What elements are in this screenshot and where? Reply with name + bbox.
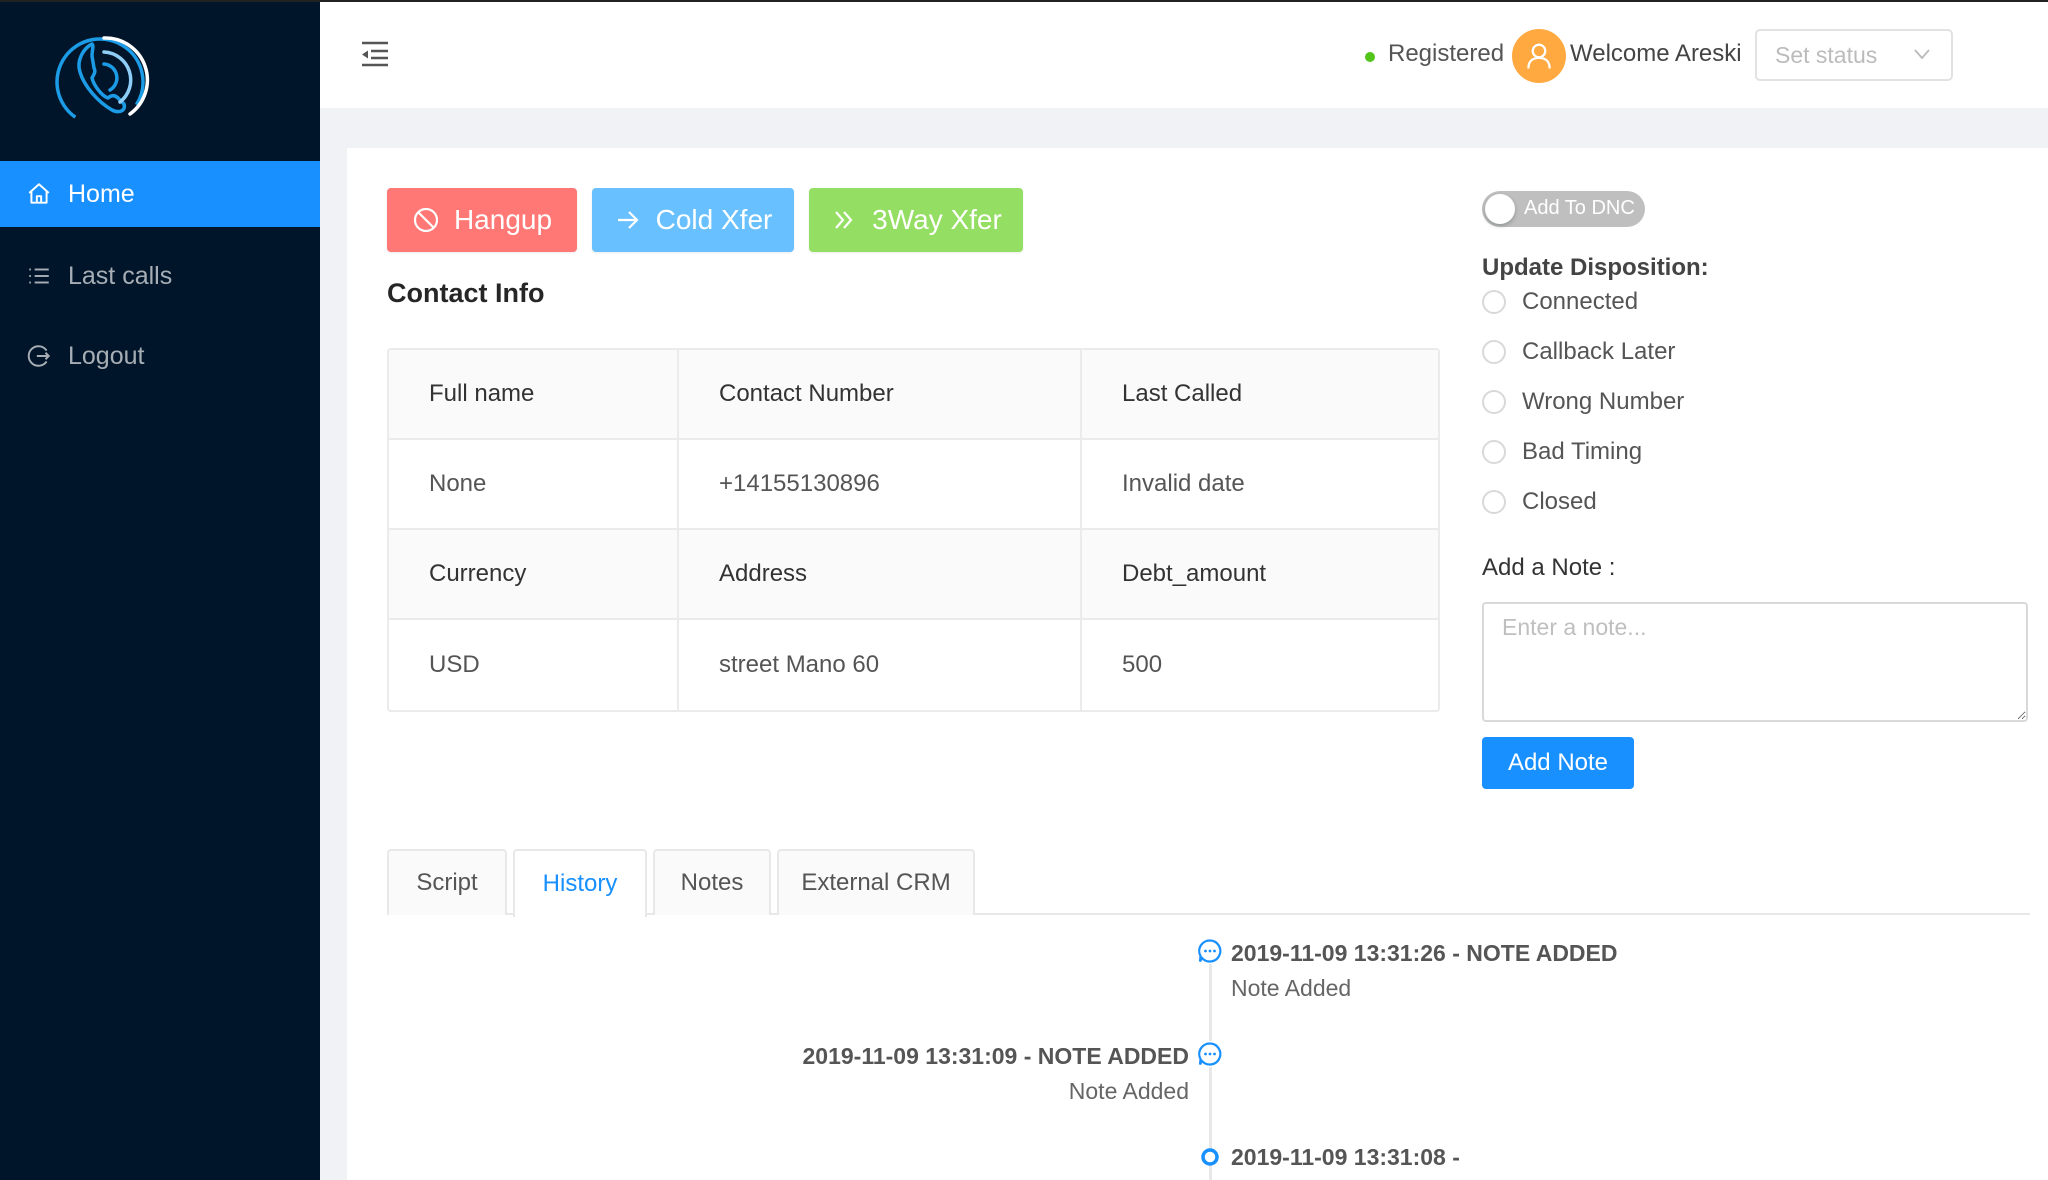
- sidebar-item-label: Logout: [68, 341, 145, 370]
- user-icon: [1527, 43, 1551, 69]
- last-called-value: Invalid date: [1122, 470, 1245, 497]
- chevron-down-icon: [1914, 49, 1930, 60]
- app-logo-icon: [54, 26, 158, 130]
- menu-fold-icon[interactable]: [360, 40, 390, 68]
- stop-icon: [413, 207, 439, 233]
- add-note-button[interactable]: Add Note: [1482, 737, 1634, 789]
- timeline-item-title: 2019-11-09 13:31:26 - NOTE ADDED: [1231, 940, 1618, 966]
- hangup-button[interactable]: Hangup: [387, 188, 577, 252]
- table-header-row: Full name Contact Number Last Called: [389, 350, 1438, 440]
- three-way-xfer-label: 3Way Xfer: [872, 204, 1002, 235]
- radio-circle[interactable]: [1482, 390, 1506, 414]
- set-status-placeholder: Set status: [1775, 41, 1878, 68]
- contact-info-table: Full name Contact Number Last Called Non…: [387, 348, 1440, 712]
- currency-value: USD: [389, 620, 679, 710]
- debt-amount-value: 500: [1122, 651, 1163, 678]
- tab-external-crm[interactable]: External CRM: [777, 849, 975, 915]
- set-status-select[interactable]: Set status: [1755, 29, 1953, 81]
- disposition-radio-wrong-number[interactable]: Wrong Number: [1482, 388, 1684, 416]
- radio-circle[interactable]: [1482, 290, 1506, 314]
- timeline-item-title: 2019-11-09 13:31:09 - NOTE ADDED: [802, 1043, 1190, 1069]
- dnc-label: Add To DNC: [1524, 197, 1635, 219]
- table-header-cell: Full name: [389, 350, 679, 438]
- address-value: street Mano 60: [679, 620, 1082, 710]
- message-icon: [1197, 938, 1223, 964]
- sidebar-item-label: Last calls: [68, 261, 173, 290]
- table-row: None +14155130896 Invalid date: [389, 440, 1438, 530]
- radio-circle[interactable]: [1482, 490, 1506, 514]
- sidebar-item-last-calls[interactable]: Last calls: [0, 243, 320, 309]
- table-header-row: Currency Address Debt_amount: [389, 530, 1438, 620]
- registration-status: Registered: [1388, 40, 1505, 67]
- message-icon: [1197, 1041, 1223, 1067]
- cold-xfer-label: Cold Xfer: [655, 204, 773, 235]
- radio-label: Bad Timing: [1522, 438, 1643, 465]
- disposition-radio-bad-timing[interactable]: Bad Timing: [1482, 438, 1642, 466]
- user-avatar[interactable]: [1512, 29, 1566, 83]
- radio-label: Connected: [1522, 288, 1639, 315]
- logout-icon: [26, 343, 52, 369]
- sidebar-item-home[interactable]: Home: [0, 161, 320, 227]
- sidebar: Home Last calls Logout: [0, 0, 320, 1180]
- radio-circle[interactable]: [1482, 440, 1506, 464]
- window-top-border: [0, 0, 2048, 2]
- full-name-value: None: [389, 440, 679, 528]
- tab-notes[interactable]: Notes: [653, 849, 771, 915]
- cold-xfer-button[interactable]: Cold Xfer: [592, 188, 794, 252]
- table-header-cell: Last Called: [1122, 380, 1243, 407]
- add-note-label: Add a Note :: [1482, 554, 1616, 581]
- disposition-radio-connected[interactable]: Connected: [1482, 288, 1638, 316]
- note-textarea[interactable]: [1482, 602, 2028, 722]
- toggle-knob: [1485, 194, 1515, 224]
- main-content-card: Hangup Cold Xfer 3Way Xfer Contact Info …: [347, 148, 2048, 1180]
- top-header: Registered Welcome Areski Set status: [320, 0, 2048, 108]
- home-icon: [26, 181, 52, 207]
- registered-status-dot: [1365, 52, 1375, 62]
- list-icon: [26, 263, 52, 289]
- contact-number-value: +14155130896: [679, 440, 1082, 528]
- disposition-radio-closed[interactable]: Closed: [1482, 488, 1597, 516]
- radio-label: Wrong Number: [1522, 388, 1685, 415]
- welcome-text: Welcome Areski: [1570, 40, 1742, 67]
- contact-info-title: Contact Info: [387, 278, 545, 308]
- sidebar-item-label: Home: [68, 179, 135, 208]
- add-to-dnc-toggle[interactable]: Add To DNC: [1482, 191, 1645, 227]
- dot-icon: [1199, 1146, 1221, 1168]
- radio-label: Callback Later: [1522, 338, 1676, 365]
- radio-circle[interactable]: [1482, 340, 1506, 364]
- radio-label: Closed: [1522, 488, 1597, 515]
- hangup-label: Hangup: [453, 204, 553, 235]
- sidebar-item-logout[interactable]: Logout: [0, 323, 320, 389]
- tab-script[interactable]: Script: [387, 849, 507, 915]
- double-right-icon: [835, 211, 853, 229]
- arrow-right-icon: [617, 211, 639, 229]
- disposition-radio-callback-later[interactable]: Callback Later: [1482, 338, 1675, 366]
- tab-history[interactable]: History: [513, 849, 647, 917]
- timeline-item-body: Note Added: [1068, 1078, 1189, 1104]
- timeline-item-body: Note Added: [1231, 975, 1352, 1001]
- three-way-xfer-button[interactable]: 3Way Xfer: [809, 188, 1023, 252]
- table-row: USD street Mano 60 500: [389, 620, 1438, 710]
- bottom-tabs: Script History Notes External CRM: [387, 849, 2030, 917]
- table-header-cell: Address: [679, 530, 1082, 618]
- table-header-cell: Contact Number: [679, 350, 1082, 438]
- timeline-item-title: 2019-11-09 13:31:08 -: [1231, 1144, 1460, 1170]
- table-header-cell: Currency: [389, 530, 679, 618]
- update-disposition-title: Update Disposition:: [1482, 254, 1709, 281]
- table-header-cell: Debt_amount: [1122, 560, 1267, 587]
